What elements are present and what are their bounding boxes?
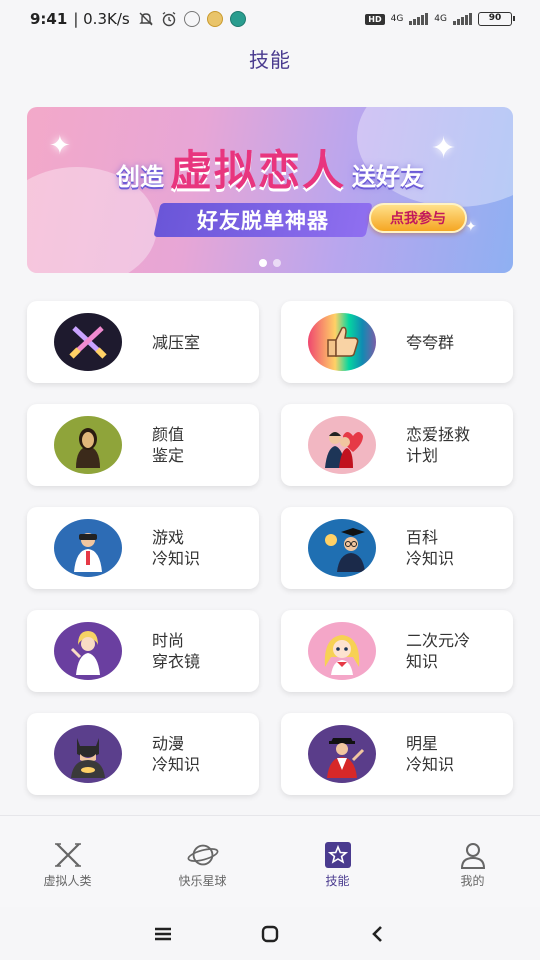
app-notification-icon [229, 11, 246, 27]
banner-suffix: 送好友 [352, 163, 424, 191]
tab-profile[interactable]: 我的 [405, 816, 540, 907]
skill-label: 颜值 鉴定 [152, 425, 185, 465]
gamer-icon [54, 519, 122, 577]
couple-icon [308, 416, 376, 474]
banner-prefix: 创造 [115, 163, 164, 191]
system-nav-bar [0, 907, 540, 960]
skill-card-celebrity-trivia[interactable]: 明星 冷知识 [281, 713, 513, 795]
promo-banner[interactable]: ✦ ✦ ✦ 创造 虚拟恋人 送好友 好友脱单神器 点我参与 [27, 107, 513, 273]
skill-label: 百科 冷知识 [406, 528, 455, 568]
planet-icon [187, 840, 219, 870]
banner-subtitle-text: 好友脱单神器 [197, 209, 329, 233]
back-icon[interactable] [365, 922, 389, 946]
skill-card-encyclopedia-trivia[interactable]: 百科 冷知识 [281, 507, 513, 589]
status-right: HD 4G 4G 90 [365, 12, 515, 26]
page-title: 技能 [249, 48, 291, 72]
skill-label: 明星 冷知识 [406, 734, 455, 774]
carousel-indicator [27, 259, 513, 267]
banner-highlight: 虚拟恋人 [169, 146, 346, 195]
skill-label: 游戏 冷知识 [152, 528, 201, 568]
skill-card-looks-rating[interactable]: 颜值 鉴定 [27, 404, 259, 486]
scholar-icon [308, 519, 376, 577]
skill-card-fashion-mirror[interactable]: 时尚 穿衣镜 [27, 610, 259, 692]
crossed-swords-icon [54, 313, 122, 371]
batman-icon [54, 725, 122, 783]
tab-happy-planet[interactable]: 快乐星球 [135, 816, 270, 907]
skill-label: 夸夸群 [406, 332, 455, 352]
nav-label: 虚拟人类 [43, 874, 92, 888]
mute-icon [138, 11, 154, 27]
signal-icon [453, 13, 472, 25]
star-box-icon [322, 840, 354, 870]
clock: 9:41 [30, 10, 68, 28]
skill-label: 二次元冷 知识 [406, 631, 471, 671]
skill-card-praise-group[interactable]: 夸夸群 [281, 301, 513, 383]
mona-lisa-icon [54, 416, 122, 474]
banner-subtitle: 好友脱单神器 [153, 203, 373, 237]
network-type: 4G [434, 14, 447, 24]
skill-card-love-rescue[interactable]: 恋爱拯救 计划 [281, 404, 513, 486]
tab-virtual-human[interactable]: 虚拟人类 [0, 816, 135, 907]
nav-label: 快乐星球 [178, 874, 227, 888]
signal-icon [409, 13, 429, 25]
hd-badge: HD [365, 13, 385, 25]
skill-card-comic-trivia[interactable]: 动漫 冷知识 [27, 713, 259, 795]
carousel-dot[interactable] [273, 259, 281, 267]
skill-card-stress-room[interactable]: 减压室 [27, 301, 259, 383]
sparkle-icon: ✦ [465, 219, 477, 235]
home-icon[interactable] [258, 922, 282, 946]
skill-card-anime-trivia[interactable]: 二次元冷 知识 [281, 610, 513, 692]
battery-icon: 90 [478, 12, 515, 26]
app-notification-icon [183, 11, 200, 27]
x-icon [52, 840, 84, 870]
skill-label: 恋爱拯救 计划 [406, 425, 471, 465]
status-left: 9:41 | 0.3K/s [30, 10, 130, 28]
skills-grid: 减压室 夸夸群 颜值 鉴定 恋爱拯救 计划 游戏 冷知识 百科 冷知识 时尚 穿… [27, 301, 513, 795]
participate-button[interactable]: 点我参与 [369, 203, 467, 233]
tab-skills[interactable]: 技能 [270, 816, 405, 907]
status-notification-icons [138, 11, 246, 27]
menu-icon[interactable] [151, 922, 175, 946]
carousel-dot[interactable] [259, 259, 267, 267]
skill-label: 减压室 [152, 332, 201, 352]
status-bar: 9:41 | 0.3K/s HD 4G 4G 90 [0, 0, 540, 38]
banner-headline: 创造 虚拟恋人 送好友 [27, 137, 513, 198]
nav-label: 技能 [325, 874, 350, 888]
fashion-woman-icon [54, 622, 122, 680]
nav-label: 我的 [460, 874, 485, 888]
skill-label: 动漫 冷知识 [152, 734, 201, 774]
bottom-nav: 虚拟人类 快乐星球 技能 我的 [0, 815, 540, 907]
skill-card-game-trivia[interactable]: 游戏 冷知识 [27, 507, 259, 589]
network-type: 4G [390, 14, 404, 24]
skill-label: 时尚 穿衣镜 [152, 631, 201, 671]
alarm-icon [161, 11, 177, 27]
star-performer-icon [308, 725, 376, 783]
app-notification-icon [206, 11, 223, 27]
net-speed: | 0.3K/s [73, 10, 130, 28]
thumbs-up-icon [308, 313, 376, 371]
anime-girl-icon [308, 622, 376, 680]
person-icon [457, 840, 489, 870]
